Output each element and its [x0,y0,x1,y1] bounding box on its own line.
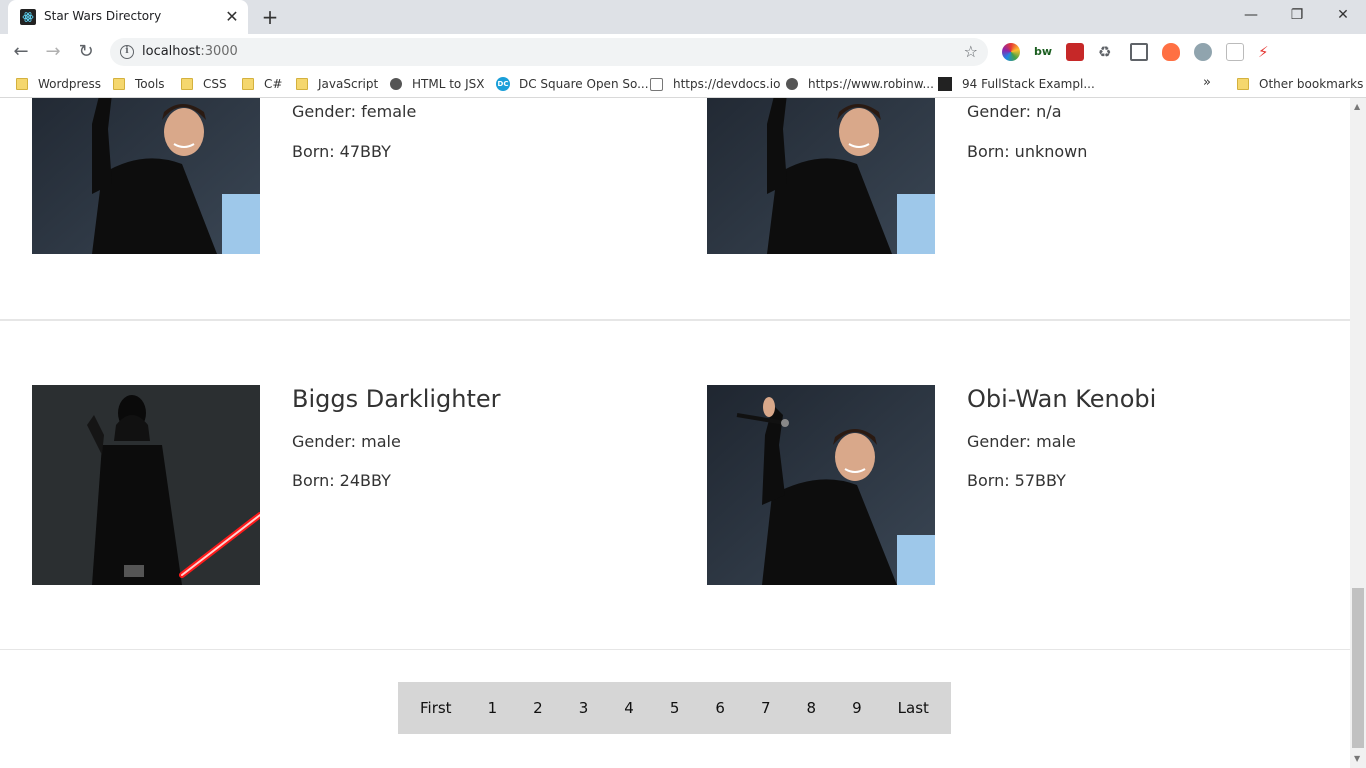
bookmark-item[interactable]: DC DC Square Open So... [496,76,649,92]
person-photo [32,385,260,585]
page-first-link[interactable]: First [420,699,452,717]
folder-icon [113,78,125,90]
search-icon [650,77,663,91]
minimize-icon[interactable]: — [1228,0,1274,30]
pagination: First 1 2 3 4 5 6 7 8 9 Last [398,682,951,734]
row-divider [0,649,1350,650]
person-photo [707,98,935,254]
page-link-2[interactable]: 2 [533,699,543,717]
person-name: Obi-Wan Kenobi [967,385,1157,413]
person-gender: Gender: n/a [967,102,1062,121]
bw-extension-icon[interactable]: bw [1034,43,1052,61]
react-icon [938,77,952,91]
recycle-extension-icon[interactable]: ♻ [1098,43,1116,61]
close-tab-icon[interactable]: ✕ [222,7,242,27]
back-icon[interactable]: ← [8,39,34,65]
scroll-up-arrow-icon[interactable]: ▲ [1354,102,1360,111]
browser-toolbar: ← → ↻ i localhost:3000 ☆ bw ♻ ⚡ ⋮ [0,34,1366,97]
url-text[interactable]: localhost:3000 [142,44,238,59]
page-last-link[interactable]: Last [898,699,929,717]
folder-icon [181,78,193,90]
person-born: Born: 57BBY [967,471,1066,490]
page-scrollbar[interactable]: ▲ ▼ [1350,98,1366,768]
color-picker-extension-icon[interactable] [1002,43,1020,61]
address-bar[interactable]: i localhost:3000 ☆ [110,38,988,66]
person-name: Biggs Darklighter [292,385,501,413]
person-born: Born: unknown [967,142,1088,161]
other-bookmarks[interactable]: Other bookmarks [1237,76,1363,92]
scroll-down-arrow-icon[interactable]: ▼ [1354,754,1360,763]
folder-icon [1237,78,1249,90]
bookmark-item[interactable]: https://devdocs.io [650,76,780,92]
bookmark-star-icon[interactable]: ☆ [964,42,978,61]
person-gender: Gender: male [967,432,1076,451]
bookmark-item[interactable]: Tools [113,76,165,92]
bookmarks-bar: Wordpress Tools CSS C# JavaScript HTML t… [0,70,1366,98]
person-photo [32,98,260,254]
site-info-icon[interactable]: i [120,45,134,59]
person-born: Born: 47BBY [292,142,391,161]
tab-title: Star Wars Directory [44,9,162,23]
page-link-1[interactable]: 1 [488,699,498,717]
row-divider [0,319,1350,321]
bookmark-item[interactable]: 94 FullStack Exampl... [938,76,1095,92]
bookmark-item[interactable]: Wordpress [16,76,101,92]
person-gender: Gender: female [292,102,417,121]
globe-icon [390,78,402,90]
red-extension-icon[interactable] [1066,43,1084,61]
person-gender: Gender: male [292,432,401,451]
page-link-6[interactable]: 6 [715,699,725,717]
folder-icon [16,78,28,90]
browser-tab[interactable]: Star Wars Directory ✕ [8,0,248,34]
bookmark-item[interactable]: HTML to JSX [390,76,484,92]
globe-icon [786,78,798,90]
page-link-5[interactable]: 5 [670,699,680,717]
react-icon [20,9,36,25]
screenshot-extension-icon[interactable] [1130,43,1148,61]
tab-strip: Star Wars Directory ✕ + — ❐ ✕ [0,0,1366,34]
folder-icon [296,78,308,90]
blue-extension-icon[interactable] [1194,43,1212,61]
bookmark-item[interactable]: C# [242,76,282,92]
page-link-9[interactable]: 9 [852,699,862,717]
page-link-4[interactable]: 4 [624,699,634,717]
react-devtools-icon[interactable] [1226,43,1244,61]
fire-extension-icon[interactable] [1162,43,1180,61]
bookmark-item[interactable]: JavaScript [296,76,378,92]
bookmark-item[interactable]: CSS [181,76,227,92]
dc-icon: DC [496,77,510,91]
folder-icon [242,78,254,90]
person-born: Born: 24BBY [292,471,391,490]
page-link-7[interactable]: 7 [761,699,771,717]
reload-icon[interactable]: ↻ [73,39,99,65]
person-photo [707,385,935,585]
close-window-icon[interactable]: ✕ [1320,0,1366,30]
scroll-thumb[interactable] [1352,588,1364,748]
bookmark-item[interactable]: https://www.robinw... [786,76,934,92]
lightning-extension-icon[interactable]: ⚡ [1258,43,1276,61]
restore-icon[interactable]: ❐ [1274,0,1320,30]
forward-icon[interactable]: → [40,39,66,65]
page-link-3[interactable]: 3 [579,699,589,717]
page-viewport: Gender: female Born: 47BBY Gender: n/a B… [0,98,1350,768]
new-tab-icon[interactable]: + [258,5,282,29]
more-bookmarks-icon[interactable]: » [1203,75,1211,90]
page-link-8[interactable]: 8 [807,699,817,717]
